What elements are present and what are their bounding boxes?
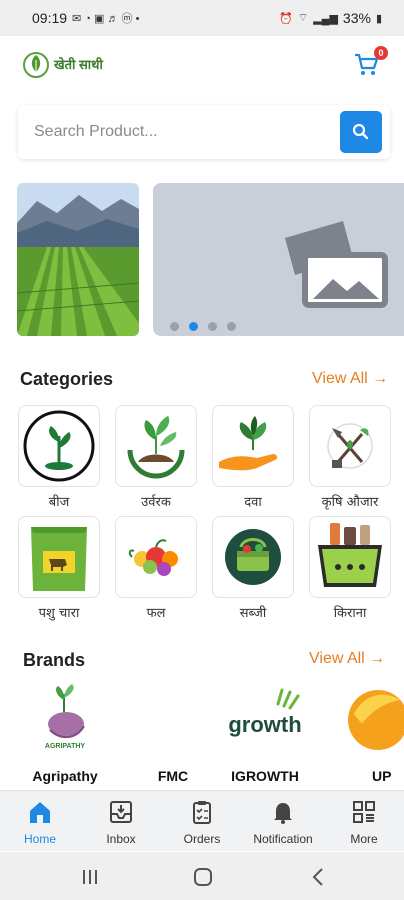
nav-label: Home <box>23 832 56 846</box>
system-navigation-bar <box>0 852 404 900</box>
farm-tools-icon <box>327 423 373 469</box>
battery-percent: 33% <box>342 10 371 26</box>
leaf-logo-icon <box>23 52 49 78</box>
back-icon[interactable] <box>310 867 326 887</box>
brand-igrowth[interactable]: growth IGROWTH <box>220 684 310 784</box>
home-icon <box>30 802 50 823</box>
banner-carousel[interactable] <box>17 183 404 338</box>
nav-label: More <box>350 832 378 846</box>
banner-farm-image[interactable] <box>17 183 139 336</box>
svg-text:growth: growth <box>228 712 301 737</box>
category-fertilizer[interactable]: उर्वरक <box>115 405 197 510</box>
cart-count-badge: 0 <box>374 46 388 60</box>
nav-orders[interactable]: Orders <box>164 799 240 846</box>
category-cattle-feed[interactable]: पशु चारा <box>18 516 100 621</box>
svg-text:AGRIPATHY: AGRIPATHY <box>45 743 86 750</box>
brands-view-all-link[interactable]: View All → <box>309 650 385 668</box>
cart-button[interactable]: 0 <box>352 46 388 78</box>
categories-view-all-link[interactable]: View All → <box>312 370 388 388</box>
category-label: उर्वरक <box>141 495 171 510</box>
bottom-navigation: Home Inbox Orders Notification More <box>0 790 404 851</box>
brand-up[interactable]: UP <box>344 684 404 784</box>
arrow-right-icon: → <box>367 370 389 387</box>
brand-name: Agripathy <box>32 768 98 784</box>
seed-icon <box>23 410 95 482</box>
carousel-dot[interactable] <box>208 322 217 331</box>
app-header: खेती साथी 0 <box>0 36 404 94</box>
carousel-dot[interactable] <box>227 322 236 331</box>
category-label: बीज <box>48 495 70 510</box>
recent-apps-icon[interactable] <box>80 868 100 886</box>
search-icon <box>352 123 369 140</box>
carousel-dot-active[interactable] <box>189 322 198 331</box>
category-grocery[interactable]: किराना <box>309 516 391 621</box>
view-all-label: View All <box>309 650 365 667</box>
category-vegetable[interactable]: सब्जी <box>212 516 294 621</box>
category-label: किराना <box>333 606 367 621</box>
brand-name: UP <box>372 768 392 784</box>
search-bar: Search Product... <box>18 105 390 159</box>
category-label: सब्जी <box>239 606 267 621</box>
search-input[interactable]: Search Product... <box>34 105 158 159</box>
agripathy-logo: AGRIPATHY <box>45 684 86 750</box>
up-logo <box>348 690 404 750</box>
category-label: कृषि औजार <box>321 495 379 510</box>
nav-home[interactable]: Home <box>2 799 78 846</box>
brand-fmc[interactable]: FMC <box>128 684 218 784</box>
view-all-label: View All <box>312 370 368 387</box>
alarm-icon: ⏰ <box>279 12 293 25</box>
fmc-logo <box>128 684 218 762</box>
image-placeholder-icon <box>285 221 388 308</box>
categories-title: Categories <box>20 369 114 389</box>
vegetable-icon <box>225 529 281 585</box>
nav-label: Inbox <box>106 832 136 846</box>
carousel-dots <box>170 322 236 331</box>
bell-icon <box>274 803 292 824</box>
brand-agripathy[interactable]: AGRIPATHY Agripathy <box>20 684 110 784</box>
wifi-icon: ⌔ <box>297 12 309 24</box>
arrow-right-icon: → <box>364 650 386 667</box>
inbox-icon <box>110 801 132 823</box>
brand-name: IGROWTH <box>231 768 299 784</box>
fruit-icon <box>128 539 178 576</box>
nav-inbox[interactable]: Inbox <box>83 799 159 846</box>
igrowth-logo: growth <box>228 688 302 737</box>
status-time: 09:19 <box>32 10 68 26</box>
grid-icon <box>353 801 375 823</box>
fertilizer-icon <box>127 416 185 479</box>
grocery-icon <box>318 523 382 587</box>
search-button[interactable] <box>340 111 382 153</box>
category-label: फल <box>146 606 166 621</box>
banner-placeholder-image[interactable] <box>153 183 404 336</box>
category-label: दवा <box>244 495 262 510</box>
brands-title: Brands <box>23 650 86 670</box>
medicine-icon <box>219 416 278 471</box>
carousel-dot[interactable] <box>170 322 179 331</box>
nav-label: Orders <box>183 832 221 846</box>
signal-icon: ▂▄▆ <box>313 12 338 25</box>
cattle-feed-icon <box>31 527 87 591</box>
battery-icon: ▮ <box>375 12 382 25</box>
category-medicine[interactable]: दवा <box>212 405 294 510</box>
nav-notification[interactable]: Notification <box>245 799 321 846</box>
status-bar: 09:19 ✉ ◔ ▣ ♬ ⓜ • ⏰ ⌔ ▂▄▆ 33% ▮ <box>0 0 404 36</box>
notification-icons: ✉ ◔ ▣ ♬ ⓜ • <box>72 13 140 25</box>
category-farm-tools[interactable]: कृषि औजार <box>309 405 391 510</box>
category-label: पशु चारा <box>38 606 80 621</box>
nav-label: Notification <box>253 832 313 846</box>
brand-name: FMC <box>157 768 189 784</box>
app-logo[interactable]: खेती साथी <box>22 48 103 80</box>
logo-text: खेती साथी <box>54 57 103 72</box>
category-fruit[interactable]: फल <box>115 516 197 621</box>
home-system-icon[interactable] <box>193 867 213 887</box>
nav-more[interactable]: More <box>326 799 402 846</box>
orders-icon <box>193 801 211 824</box>
category-seed[interactable]: बीज <box>18 405 100 510</box>
